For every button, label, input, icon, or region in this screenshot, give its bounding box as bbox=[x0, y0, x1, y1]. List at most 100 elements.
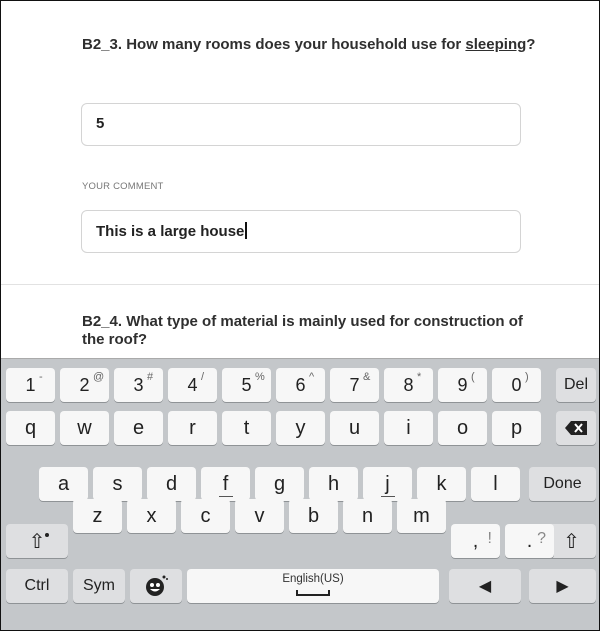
key-a[interactable]: a bbox=[39, 467, 88, 501]
key-label: Done bbox=[543, 475, 582, 492]
key-label: d bbox=[165, 472, 178, 495]
key-label: b bbox=[307, 504, 320, 527]
rooms-answer-input[interactable]: 5 bbox=[81, 103, 521, 146]
key-k[interactable]: k bbox=[417, 467, 466, 501]
emoji-icon bbox=[146, 575, 168, 596]
key-p[interactable]: p bbox=[492, 411, 541, 445]
key-alt: ( bbox=[471, 371, 475, 383]
key-alt: / bbox=[201, 371, 205, 383]
key-alt: * bbox=[417, 371, 422, 383]
backspace-key[interactable] bbox=[556, 411, 596, 445]
key-5[interactable]: 5% bbox=[222, 368, 271, 402]
key-3[interactable]: 3 # bbox=[114, 368, 163, 402]
space-bar-icon bbox=[296, 590, 330, 596]
question-text: B2_3. How many rooms does your household… bbox=[82, 36, 466, 53]
right-arrow-icon: ▶ bbox=[556, 578, 569, 595]
survey-form: B2_3. How many rooms does your household… bbox=[1, 1, 599, 358]
key-r[interactable]: r bbox=[168, 411, 217, 445]
key-1[interactable]: 1- bbox=[6, 368, 55, 402]
sym-key[interactable]: Sym bbox=[73, 569, 125, 603]
key-label: t bbox=[243, 416, 250, 439]
key-label: v bbox=[254, 504, 265, 527]
key-2[interactable]: 2 @ bbox=[60, 368, 109, 402]
space-key[interactable]: English(US) bbox=[187, 569, 439, 603]
key-label: n bbox=[361, 504, 374, 527]
key-v[interactable]: v bbox=[235, 499, 284, 533]
key-b[interactable]: b bbox=[289, 499, 338, 533]
key-d[interactable]: d bbox=[147, 467, 196, 501]
key-o[interactable]: o bbox=[438, 411, 487, 445]
key-9[interactable]: 9( bbox=[438, 368, 487, 402]
home-key-marker bbox=[380, 495, 395, 497]
key-alt: # bbox=[147, 371, 154, 383]
key-label: u bbox=[348, 416, 361, 439]
ctrl-key[interactable]: Ctrl bbox=[6, 569, 68, 603]
key-0[interactable]: 0) bbox=[492, 368, 541, 402]
key-label: q bbox=[24, 416, 37, 439]
shift-key-left[interactable]: ⇧ bbox=[6, 524, 68, 558]
emoji-key[interactable] bbox=[130, 569, 182, 603]
key-label: w bbox=[77, 416, 92, 439]
key-label: j bbox=[385, 472, 390, 495]
comment-value: This is a large house bbox=[96, 222, 247, 240]
key-q[interactable]: q bbox=[6, 411, 55, 445]
done-key[interactable]: Done bbox=[529, 467, 596, 501]
shift-icon: ⇧ bbox=[28, 530, 46, 553]
key-label: r bbox=[189, 416, 196, 439]
on-screen-keyboard: 1- 2 @ 3 # 4/ 5% 6 ^ 7 & 8 * 9( 0) q w e r t … bbox=[1, 358, 599, 630]
key-y[interactable]: y bbox=[276, 411, 325, 445]
key-label: p bbox=[510, 416, 523, 439]
key-label: l bbox=[493, 472, 498, 495]
comment-text: This is a large house bbox=[96, 223, 245, 240]
left-arrow-key[interactable]: ◀ bbox=[449, 569, 521, 603]
key-label: 7 bbox=[349, 374, 360, 395]
key-label: 6 bbox=[295, 374, 306, 395]
right-arrow-key[interactable]: ▶ bbox=[529, 569, 596, 603]
key-g[interactable]: g bbox=[255, 467, 304, 501]
key-alt: - bbox=[39, 371, 43, 383]
key-s[interactable]: s bbox=[93, 467, 142, 501]
key-c[interactable]: c bbox=[181, 499, 230, 533]
key-label: f bbox=[222, 472, 229, 495]
key-x[interactable]: x bbox=[127, 499, 176, 533]
key-label: z bbox=[92, 504, 103, 527]
del-key[interactable]: Del bbox=[556, 368, 596, 402]
key-4[interactable]: 4/ bbox=[168, 368, 217, 402]
key-z[interactable]: z bbox=[73, 499, 122, 533]
key-t[interactable]: t bbox=[222, 411, 271, 445]
comma-key[interactable]: ,! bbox=[451, 524, 500, 558]
key-6[interactable]: 6 ^ bbox=[276, 368, 325, 402]
shift-key-right[interactable]: ⇧ bbox=[547, 524, 596, 558]
key-label: e bbox=[132, 416, 145, 439]
key-alt: ^ bbox=[309, 371, 315, 383]
key-u[interactable]: u bbox=[330, 411, 379, 445]
key-n[interactable]: n bbox=[343, 499, 392, 533]
backspace-icon bbox=[565, 421, 587, 435]
key-w[interactable]: w bbox=[60, 411, 109, 445]
key-alt: @ bbox=[93, 371, 105, 383]
key-8[interactable]: 8 * bbox=[384, 368, 433, 402]
key-i[interactable]: i bbox=[384, 411, 433, 445]
period-key[interactable]: .? bbox=[505, 524, 554, 558]
comment-input[interactable]: This is a large house bbox=[81, 210, 521, 253]
key-label: x bbox=[146, 504, 157, 527]
key-label: 3 bbox=[133, 374, 144, 395]
key-label: i bbox=[406, 416, 411, 439]
key-label: 2 bbox=[79, 374, 90, 395]
key-e[interactable]: e bbox=[114, 411, 163, 445]
key-label: Ctrl bbox=[24, 577, 50, 594]
key-alt: ? bbox=[537, 530, 546, 547]
comment-label: YOUR COMMENT bbox=[82, 181, 164, 192]
key-alt: ! bbox=[487, 530, 492, 547]
question-punctuation: ? bbox=[526, 36, 536, 53]
key-label: m bbox=[413, 504, 430, 527]
key-l[interactable]: l bbox=[471, 467, 520, 501]
key-h[interactable]: h bbox=[309, 467, 358, 501]
caps-dot-icon bbox=[45, 533, 49, 537]
text-cursor bbox=[245, 222, 247, 239]
key-7[interactable]: 7 & bbox=[330, 368, 379, 402]
key-m[interactable]: m bbox=[397, 499, 446, 533]
key-j[interactable]: j bbox=[363, 467, 412, 501]
key-f[interactable]: f bbox=[201, 467, 250, 501]
key-label: 8 bbox=[403, 374, 414, 395]
